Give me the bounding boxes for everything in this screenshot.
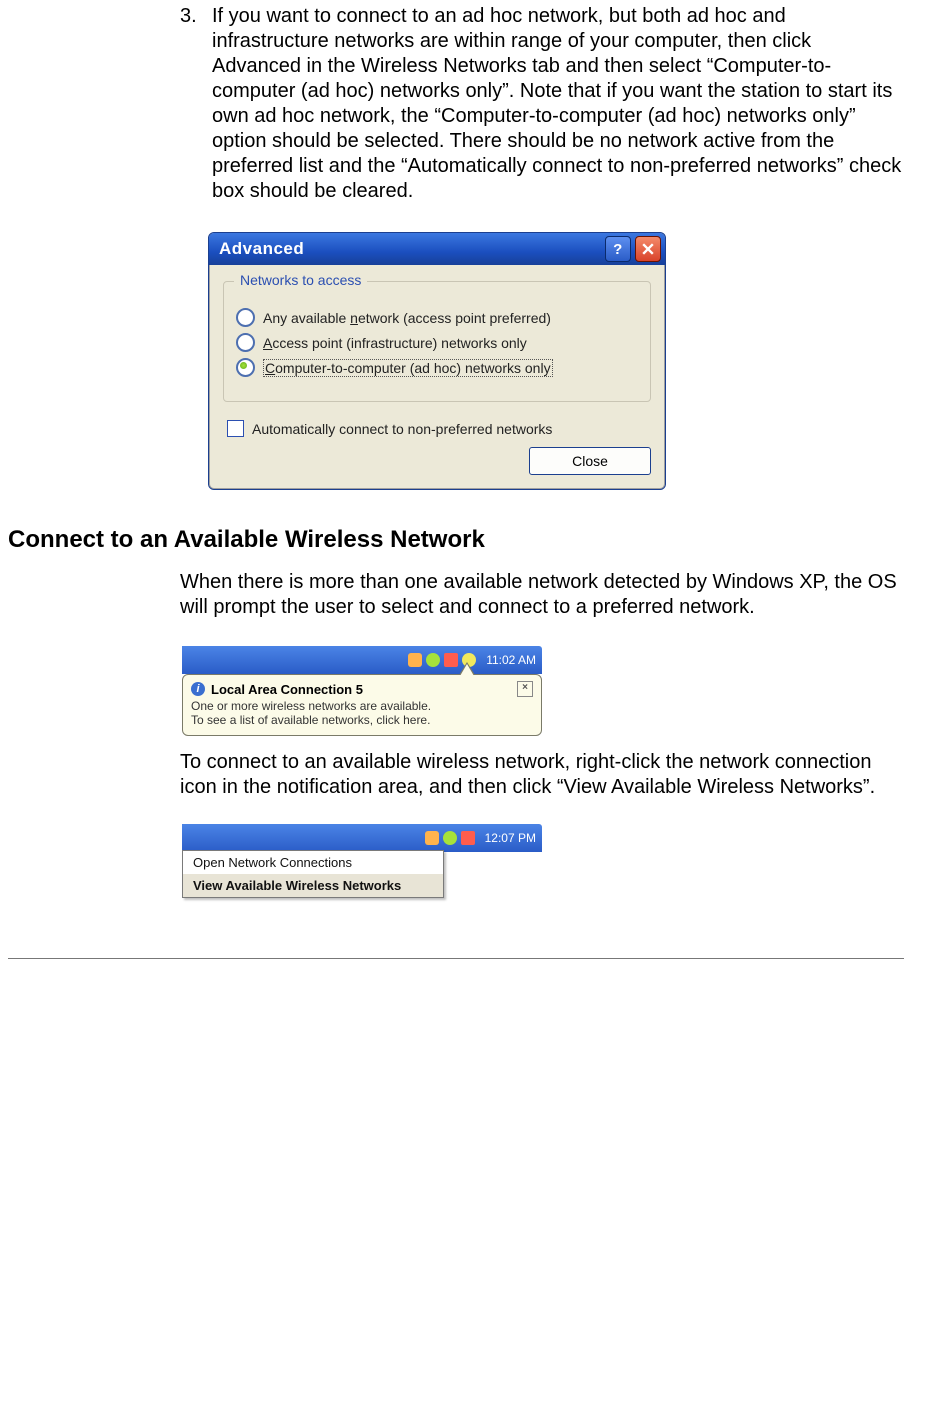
auto-connect-checkbox[interactable]: Automatically connect to non-preferred n…: [227, 420, 651, 437]
tray-icon[interactable]: [461, 831, 475, 845]
balloon-line2: To see a list of available networks, cli…: [191, 713, 533, 727]
footer-rule: [8, 958, 904, 959]
checkbox-icon: [227, 420, 244, 437]
radio-label: Access point (infrastructure) networks o…: [263, 335, 527, 351]
help-button[interactable]: [605, 236, 631, 262]
taskbar-clock: 11:02 AM: [486, 653, 536, 667]
balloon-close-icon[interactable]: ×: [517, 681, 533, 697]
tray-icon[interactable]: [444, 653, 458, 667]
tray-icon[interactable]: [408, 653, 422, 667]
dialog-titlebar[interactable]: Advanced: [209, 233, 665, 265]
tray-icon[interactable]: [426, 653, 440, 667]
step-text: If you want to connect to an ad hoc netw…: [212, 4, 904, 204]
menu-item-view-available[interactable]: View Available Wireless Networks: [183, 874, 443, 897]
tray-icon[interactable]: [443, 831, 457, 845]
radio-icon: [236, 333, 255, 352]
checkbox-label: Automatically connect to non-preferred n…: [252, 421, 552, 437]
radio-adhoc[interactable]: Computer-to-computer (ad hoc) networks o…: [236, 358, 638, 377]
radio-access-point[interactable]: Access point (infrastructure) networks o…: [236, 333, 638, 352]
context-menu: Open Network Connections View Available …: [182, 850, 444, 898]
step-number: 3.: [180, 4, 212, 204]
context-menu-image: 12:07 PM Open Network Connections View A…: [182, 824, 542, 898]
taskbar: 11:02 AM: [182, 646, 542, 674]
radio-label: Computer-to-computer (ad hoc) networks o…: [263, 359, 553, 377]
step-3: 3. If you want to connect to an ad hoc n…: [180, 4, 904, 204]
taskbar-clock: 12:07 PM: [485, 831, 536, 845]
networks-to-access-group: Networks to access Any available network…: [223, 281, 651, 402]
radio-label: Any available network (access point pref…: [263, 310, 551, 326]
radio-icon: [236, 358, 255, 377]
balloon-line1: One or more wireless networks are availa…: [191, 699, 533, 713]
info-icon: i: [191, 682, 205, 696]
section-heading: Connect to an Available Wireless Network: [8, 526, 944, 554]
radio-icon: [236, 308, 255, 327]
close-icon[interactable]: [635, 236, 661, 262]
tray-icon[interactable]: [425, 831, 439, 845]
section-para-1: When there is more than one available ne…: [180, 570, 904, 620]
radio-any-network[interactable]: Any available network (access point pref…: [236, 308, 638, 327]
balloon-tooltip[interactable]: i Local Area Connection 5 × One or more …: [182, 674, 542, 736]
balloon-tooltip-image: 11:02 AM i Local Area Connection 5 × One…: [182, 646, 542, 736]
taskbar: 12:07 PM: [182, 824, 542, 852]
balloon-title: Local Area Connection 5: [211, 682, 363, 697]
section-para-2: To connect to an available wireless netw…: [180, 750, 904, 800]
advanced-dialog-image: Advanced Networks to access Any availabl…: [208, 232, 666, 490]
close-button[interactable]: Close: [529, 447, 651, 475]
menu-item-open-connections[interactable]: Open Network Connections: [183, 851, 443, 874]
group-legend: Networks to access: [234, 272, 367, 288]
dialog-title: Advanced: [219, 239, 304, 259]
